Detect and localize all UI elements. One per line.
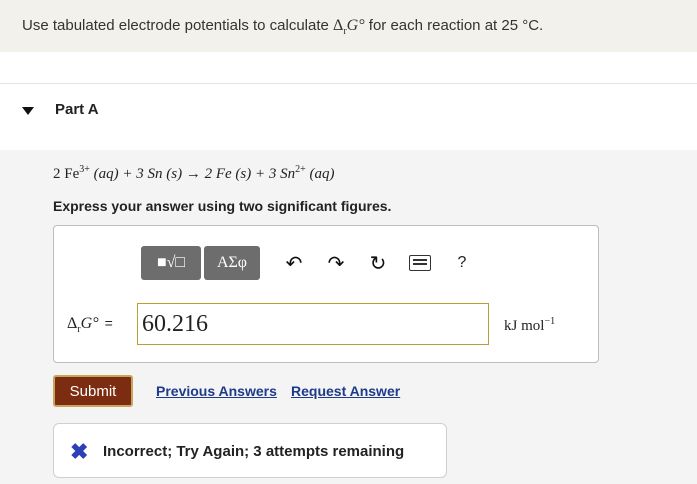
feedback-box: ✖ Incorrect; Try Again; 3 attempts remai…	[53, 423, 447, 478]
redo-icon[interactable]: ↷	[325, 246, 347, 280]
previous-answers-link[interactable]: Previous Answers	[156, 383, 277, 399]
keyboard-icon[interactable]	[409, 246, 431, 280]
answer-label-subscript: r	[77, 324, 81, 335]
answer-label: ΔrG° =	[67, 315, 113, 335]
answer-label-g: G°	[80, 315, 99, 332]
units-exponent: −1	[544, 316, 556, 327]
collapse-caret-icon[interactable]	[22, 107, 34, 115]
help-button[interactable]: ?	[451, 246, 473, 280]
reset-icon[interactable]: ↻	[367, 246, 389, 280]
reaction-middle: (aq) + 3 Sn (s) → 2 Fe (s) + 3 Sn	[89, 166, 296, 182]
problem-prompt: Use tabulated electrode potentials to ca…	[22, 17, 544, 37]
prompt-subscript-r: r	[343, 26, 347, 37]
reaction-charge-1: 3+	[79, 164, 90, 175]
request-answer-link[interactable]: Request Answer	[291, 383, 400, 399]
part-title: Part A	[55, 101, 99, 118]
reaction-charge-2: 2+	[295, 164, 306, 175]
math-toolbar: ■√□ ΑΣφ ↶ ↷ ↻ ?	[141, 246, 473, 280]
prompt-text-before: Use tabulated electrode potentials to ca…	[22, 17, 334, 34]
units-base: kJ mol	[504, 318, 545, 334]
templates-button[interactable]: ■√□	[141, 246, 201, 280]
incorrect-x-icon: ✖	[70, 439, 89, 464]
answer-label-equals: =	[104, 315, 113, 331]
problem-prompt-bar: Use tabulated electrode potentials to ca…	[0, 0, 697, 52]
prompt-delta: Δ	[333, 17, 344, 34]
prompt-g-symbol: G°	[346, 17, 365, 34]
reaction-end: (aq)	[305, 166, 335, 182]
part-a-header[interactable]: Part A	[0, 84, 697, 150]
undo-icon[interactable]: ↶	[283, 246, 305, 280]
submit-button[interactable]: Submit	[53, 375, 133, 407]
answer-units: kJ mol−1	[504, 316, 555, 335]
symbols-button[interactable]: ΑΣφ	[204, 246, 260, 280]
prompt-text-after: for each reaction at 25 °C.	[364, 17, 544, 34]
reaction-equation: 2 Fe3+ (aq) + 3 Sn (s) → 2 Fe (s) + 3 Sn…	[53, 164, 335, 183]
instruction-text: Express your answer using two significan…	[53, 198, 392, 214]
feedback-message: Incorrect; Try Again; 3 attempts remaini…	[103, 443, 405, 460]
answer-label-delta: Δ	[67, 315, 78, 332]
reaction-reactant: 2 Fe	[53, 166, 80, 182]
answer-input[interactable]: 60.216	[137, 303, 489, 345]
